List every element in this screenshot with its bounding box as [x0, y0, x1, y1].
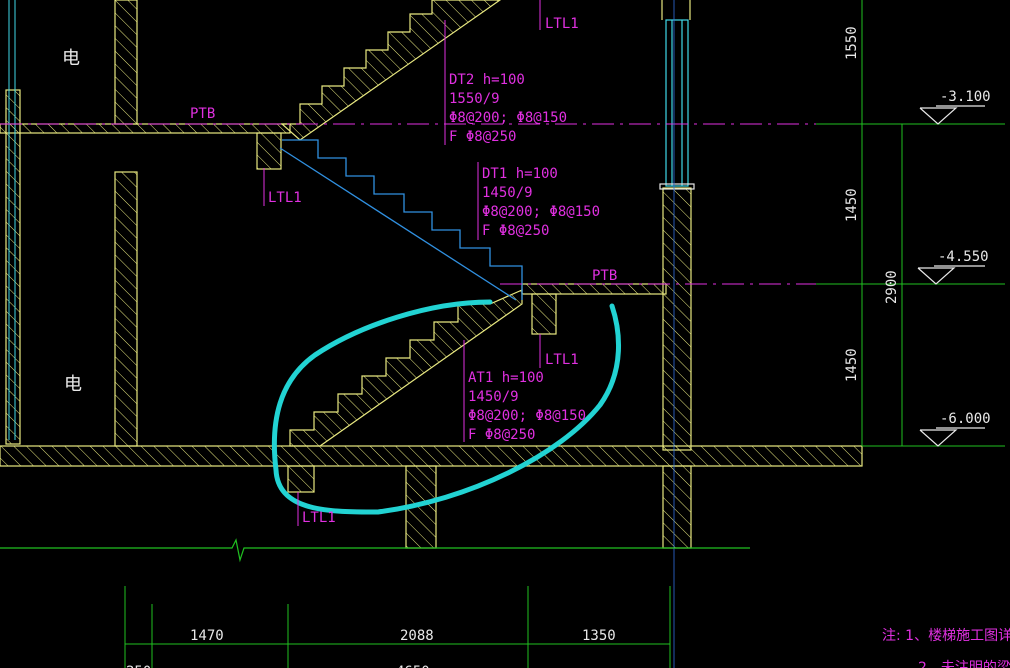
beam-label-right: LTL1: [545, 352, 579, 368]
bottom-partial-left: 250: [126, 664, 151, 668]
left-wall-upper: [114, 0, 138, 125]
beam-label-mid: LTL1: [268, 190, 302, 206]
at1-line1: 1450/9: [468, 389, 519, 405]
hdim-center: 2088: [400, 628, 434, 644]
ground-floor-slab: [0, 445, 863, 467]
bottom-beam-ltl: [287, 465, 315, 493]
elevation-triangle-icon: [919, 429, 958, 447]
elevation-bottom: -6.000: [940, 411, 991, 427]
vdim-bottom: 1450: [844, 348, 860, 382]
concrete-structure: [0, 0, 863, 549]
elevation-triangle-icon: [917, 267, 956, 285]
at1-title: AT1 h=100: [468, 370, 544, 386]
at1-line2: Φ8@200; Φ8@150: [468, 408, 586, 424]
dt1-line1: 1450/9: [482, 185, 533, 201]
dt1-line3: F Φ8@250: [482, 223, 549, 239]
vdim-top: 1550: [844, 26, 860, 60]
dt2-line2: Φ8@200; Φ8@150: [449, 110, 567, 126]
dt2-title: DT2 h=100: [449, 72, 525, 88]
dt1-line2: Φ8@200; Φ8@150: [482, 204, 600, 220]
right-window: [659, 0, 695, 190]
right-beam-ltl: [531, 293, 557, 335]
flight-dt1-outline: [282, 139, 523, 300]
flight-dt1-soffit: [279, 147, 517, 301]
bottom-partial-center: 4650: [396, 664, 430, 668]
stair-section-drawing: 电 电 PTB PTB LTL1 LTL1 LTL1 LTL1 DT2 h=10…: [0, 0, 1010, 668]
beam-label-top: LTL1: [545, 16, 579, 32]
vdim-mid: 1450: [844, 188, 860, 222]
upper-landing-slab: [0, 123, 291, 134]
left-wall-lower: [114, 171, 138, 447]
vdim-total: 2900: [884, 270, 900, 304]
left-column-strip: [5, 89, 21, 445]
mid-landing-slab: [521, 283, 667, 295]
break-line-icon: [0, 538, 750, 563]
right-wall-base: [662, 465, 692, 549]
note-line2: 2、未注明的梁: [918, 660, 1010, 668]
elevation-mid: -4.550: [938, 249, 989, 265]
room-label-lower: 电: [64, 374, 82, 395]
beam-label-bottom: LTL1: [302, 510, 336, 526]
dt2-line3: F Φ8@250: [449, 129, 516, 145]
ptb-label-upper: PTB: [190, 106, 215, 122]
at1-line3: F Φ8@250: [468, 427, 535, 443]
elevation-top: -3.100: [940, 89, 991, 105]
room-label-upper: 电: [62, 48, 80, 69]
hdim-left: 1470: [190, 628, 224, 644]
bottom-dimension-lines: [124, 586, 671, 668]
top-beam-ltl: [256, 132, 282, 170]
dt1-title: DT1 h=100: [482, 166, 558, 182]
elevation-markers: [917, 105, 985, 447]
right-wall: [662, 187, 692, 451]
ptb-label-lower: PTB: [592, 268, 617, 284]
dt2-line1: 1550/9: [449, 91, 500, 107]
note-line1: 注: 1、楼梯施工图详: [882, 628, 1010, 644]
elevation-triangle-icon: [919, 107, 958, 125]
hdim-right: 1350: [582, 628, 616, 644]
